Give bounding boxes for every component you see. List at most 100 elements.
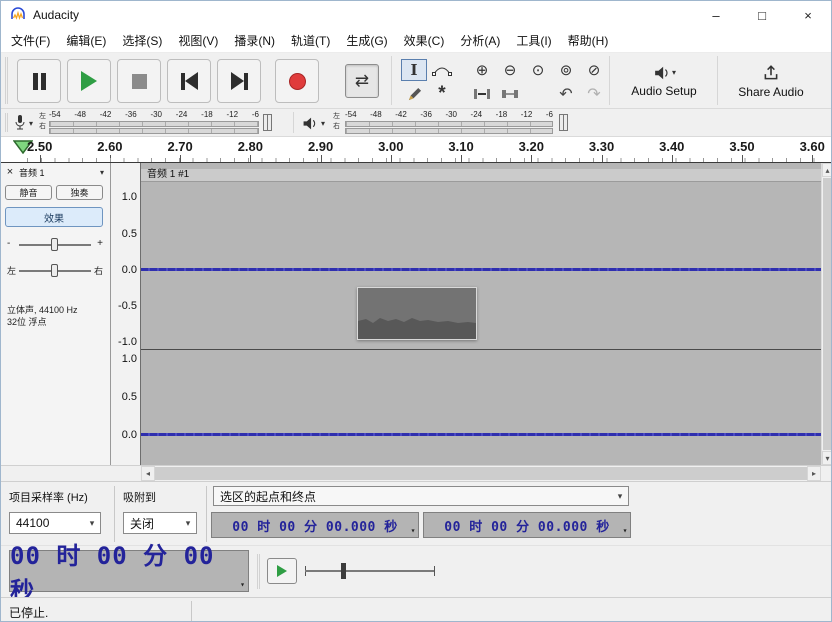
playback-meter-right-bar[interactable] (345, 128, 553, 134)
menu-item[interactable]: 选择(S) (114, 28, 170, 53)
record-meter-scale-number: -54 (49, 110, 61, 119)
close-button[interactable]: × (785, 1, 831, 29)
solo-button[interactable]: 独奏 (56, 185, 103, 200)
audio-position-time-field[interactable]: 00 时 00 分 00 秒 ▾ (9, 550, 249, 592)
menu-item[interactable]: 工具(I) (508, 28, 559, 53)
speed-slider-thumb[interactable] (341, 563, 346, 579)
menu-item[interactable]: 编辑(E) (58, 28, 114, 53)
scroll-up-button[interactable]: ▴ (822, 163, 832, 177)
scroll-down-button[interactable]: ▾ (822, 451, 832, 465)
redo-button[interactable]: ↷ (581, 83, 607, 105)
draw-tool-button[interactable] (401, 83, 427, 105)
undo-button[interactable]: ↶ (553, 83, 579, 105)
audio-position-dropdown-icon: ▾ (240, 580, 246, 589)
selection-start-value: 00 时 00 分 00.000 秒 (232, 516, 397, 535)
playback-meter-left-bar[interactable] (345, 121, 553, 127)
menu-item[interactable]: 视图(V) (170, 28, 226, 53)
app-logo-icon (9, 6, 27, 24)
pan-slider[interactable]: 左 右 (5, 261, 105, 281)
pan-slider-thumb[interactable] (51, 264, 58, 277)
maximize-button[interactable]: □ (739, 1, 785, 29)
timeline-ruler[interactable]: 2.502.602.702.802.903.003.103.203.303.40… (1, 137, 831, 163)
loop-icon: ⇄ (355, 71, 369, 91)
selection-start-time-field[interactable]: 00 时 00 分 00.000 秒 ▾ (211, 512, 419, 538)
skip-to-end-button[interactable] (217, 59, 261, 103)
gain-plus-label: + (97, 238, 103, 249)
record-clip-indicator[interactable] (263, 114, 272, 131)
minimize-button[interactable]: – (693, 1, 739, 29)
zoom-toggle-icon: ⊘ (588, 61, 601, 79)
vertical-scrollbar-thumb[interactable] (823, 178, 832, 450)
vruler-label: -0.5 (118, 300, 137, 312)
play-at-speed-grip[interactable] (257, 554, 260, 589)
zoom-toggle-button[interactable]: ⊘ (581, 59, 607, 81)
menu-item[interactable]: 轨道(T) (283, 28, 338, 53)
stop-button[interactable] (117, 59, 161, 103)
zoom-out-button[interactable]: ⊖ (497, 59, 523, 81)
pan-right-label: 右 (94, 264, 103, 277)
playback-meter-scale-number: -48 (370, 110, 382, 119)
selection-range-mode-combobox[interactable]: 选区的起点和终点 ▾ (213, 486, 629, 506)
project-rate-dropdown-icon: ▾ (84, 518, 100, 529)
fit-selection-button[interactable]: ⊙ (525, 59, 551, 81)
selection-end-time-field[interactable]: 00 时 00 分 00.000 秒 ▾ (423, 512, 631, 538)
share-audio-button[interactable]: Share Audio (723, 55, 819, 107)
snap-to-combobox[interactable]: 关闭 ▾ (123, 512, 197, 534)
track-close-button[interactable]: × (3, 165, 17, 179)
selection-end-dropdown-icon: ▾ (623, 526, 628, 535)
fit-project-button[interactable]: ⊚ (553, 59, 579, 81)
silence-audio-button[interactable] (497, 83, 523, 105)
playback-clip-indicator[interactable] (559, 114, 568, 131)
zoom-in-button[interactable]: ⊕ (469, 59, 495, 81)
redo-icon: ↷ (587, 84, 600, 104)
record-meter-grip[interactable] (5, 113, 8, 132)
play-button[interactable] (67, 59, 111, 103)
share-separator (717, 56, 718, 105)
pause-button[interactable] (17, 59, 61, 103)
horizontal-scrollbar-thumb[interactable] (155, 467, 807, 480)
horizontal-scrollbar[interactable]: ◂ ▸ (1, 465, 831, 481)
menu-item[interactable]: 分析(A) (452, 28, 508, 53)
vertical-scrollbar[interactable]: ▴ ▾ (821, 163, 832, 465)
waveform-area[interactable]: 音频 1 #1 (141, 163, 821, 465)
selection-range-mode-value: 选区的起点和终点 (220, 488, 316, 505)
clip-header[interactable]: 音频 1 #1 (141, 169, 821, 182)
gain-slider[interactable]: - + (5, 235, 105, 255)
window-title: Audacity (33, 8, 79, 22)
selection-tool-button[interactable]: I (401, 59, 427, 81)
audio-setup-button[interactable]: ▾ Audio Setup (615, 55, 713, 107)
share-audio-label: Share Audio (738, 85, 803, 99)
mute-button[interactable]: 静音 (5, 185, 52, 200)
envelope-tool-button[interactable] (429, 59, 455, 81)
waveform-lower-channel (141, 433, 821, 436)
menu-item[interactable]: 帮助(H) (560, 28, 617, 53)
record-meter-right-bar[interactable] (49, 128, 259, 134)
selection-start-dropdown-icon: ▾ (411, 526, 416, 535)
menu-item[interactable]: 生成(G) (338, 28, 395, 53)
track-name-menu[interactable]: 音频 1 ▾ (19, 165, 107, 179)
effects-label: 效果 (44, 210, 64, 225)
record-button[interactable] (275, 59, 319, 103)
playback-meter-scale-number: -24 (471, 110, 483, 119)
skip-to-start-button[interactable] (167, 59, 211, 103)
audio-setup-label: Audio Setup (631, 84, 696, 98)
transport-grip[interactable] (5, 57, 8, 104)
scroll-right-button[interactable]: ▸ (807, 466, 821, 481)
gain-slider-thumb[interactable] (51, 238, 58, 251)
trim-audio-button[interactable] (469, 83, 495, 105)
playback-speed-slider[interactable] (305, 558, 435, 584)
project-rate-combobox[interactable]: 44100 ▾ (9, 512, 101, 534)
menu-item[interactable]: 效果(C) (396, 28, 453, 53)
play-at-speed-button[interactable] (267, 558, 297, 584)
menu-item[interactable]: 播录(N) (226, 28, 283, 53)
effects-button[interactable]: 效果 (5, 207, 103, 227)
playback-meter-dropdown-icon[interactable]: ▾ (321, 119, 325, 128)
loop-button[interactable]: ⇄ (345, 64, 379, 98)
audacity-window: Audacity – □ × 文件(F)编辑(E)选择(S)视图(V)播录(N)… (0, 0, 832, 622)
record-meter-left-bar[interactable] (49, 121, 259, 127)
menu-item[interactable]: 文件(F) (3, 28, 58, 53)
multi-tool-button[interactable]: * (429, 83, 455, 105)
vertical-scale-ruler[interactable]: 1.0 0.5 0.0 -0.5 -1.0 1.0 0.5 0.0 (111, 163, 141, 465)
record-meter-dropdown-icon[interactable]: ▾ (29, 119, 33, 128)
scroll-left-button[interactable]: ◂ (141, 466, 155, 481)
